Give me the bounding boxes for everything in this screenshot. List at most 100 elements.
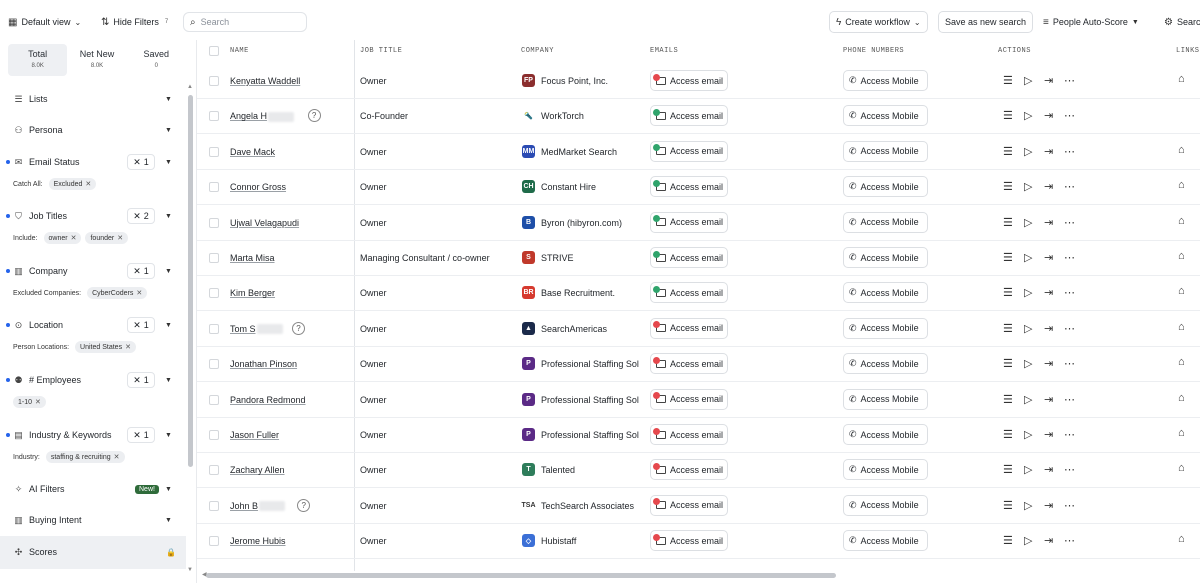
person-name-link[interactable]: Kenyatta Waddell — [230, 76, 300, 86]
sequence-icon[interactable]: ⇥ — [1044, 534, 1053, 547]
select-all-checkbox[interactable] — [209, 46, 219, 56]
col-header-job-title[interactable]: JOB TITLE — [360, 47, 402, 55]
access-mobile-button[interactable]: ✆ Access Mobile — [843, 176, 928, 198]
more-options-icon[interactable]: ⋯ — [1064, 286, 1075, 299]
sequence-icon[interactable]: ⇥ — [1044, 180, 1053, 193]
send-icon[interactable]: ▷ — [1024, 74, 1032, 87]
person-name-link[interactable]: Ujwal Velagapudi — [230, 218, 299, 228]
create-workflow-button[interactable]: ϟ Create workflow ⌄ — [829, 11, 928, 33]
add-to-list-icon[interactable]: ☰ — [1003, 534, 1013, 547]
person-name-link[interactable]: Zachary Allen — [230, 465, 285, 475]
help-icon[interactable]: ? — [297, 498, 311, 512]
col-header-name[interactable]: NAME — [230, 47, 249, 55]
sequence-icon[interactable]: ⇥ — [1044, 393, 1053, 406]
more-options-icon[interactable]: ⋯ — [1064, 463, 1075, 476]
person-name-link[interactable]: Pandora Redmond — [230, 395, 306, 405]
send-icon[interactable]: ▷ — [1024, 428, 1032, 441]
person-name-link[interactable]: Angela H — [230, 111, 295, 123]
send-icon[interactable]: ▷ — [1024, 357, 1032, 370]
row-checkbox[interactable] — [209, 323, 219, 334]
table-row[interactable]: Tom S? Owner ▲ SearchAmericas Access email ✆ A… — [197, 312, 1200, 347]
filter-job-titles[interactable]: ⛉ Job Titles ✕ 2 ▼ Include: owner ✕ founde… — [0, 205, 186, 249]
scroll-down-icon[interactable]: ▼ — [187, 567, 193, 573]
briefcase-icon[interactable]: ⌂ — [1178, 250, 1185, 262]
table-row[interactable]: Zachary Allen Owner T Talented Access email ✆… — [197, 453, 1200, 489]
col-header-emails[interactable]: EMAILS — [650, 47, 678, 55]
send-icon[interactable]: ▷ — [1024, 499, 1032, 512]
search-settings-button[interactable]: ⚙ Searc — [1164, 11, 1200, 33]
send-icon[interactable]: ▷ — [1024, 251, 1032, 264]
hide-filters-button[interactable]: ⇅ Hide Filters 7 — [101, 11, 168, 33]
filter-persona[interactable]: ⚇ Persona ▼ — [0, 119, 186, 141]
sequence-icon[interactable]: ⇥ — [1044, 322, 1053, 335]
access-mobile-button[interactable]: ✆ Access Mobile — [843, 353, 928, 375]
add-to-list-icon[interactable]: ☰ — [1003, 180, 1013, 193]
more-options-icon[interactable]: ⋯ — [1064, 180, 1075, 193]
row-checkbox[interactable] — [209, 394, 219, 405]
sequence-icon[interactable]: ⇥ — [1044, 463, 1053, 476]
access-email-button[interactable]: Access email — [650, 424, 728, 445]
tab-saved[interactable]: Saved 0 — [127, 44, 186, 76]
remove-chip-icon[interactable]: ✕ — [117, 234, 123, 242]
access-email-button[interactable]: Access email — [650, 317, 728, 339]
clear-filter-button[interactable]: ✕ 1 — [127, 372, 155, 388]
briefcase-icon[interactable]: ⌂ — [1178, 533, 1185, 545]
clear-filter-button[interactable]: ✕ 2 — [127, 208, 155, 224]
clear-filter-button[interactable]: ✕ 1 — [127, 317, 155, 333]
more-options-icon[interactable]: ⋯ — [1064, 109, 1075, 122]
company-name[interactable]: Professional Staffing Sol — [541, 430, 641, 440]
caret-down-icon[interactable]: ▼ — [165, 159, 172, 166]
briefcase-icon[interactable]: ⌂ — [1178, 356, 1185, 368]
access-mobile-button[interactable]: ✆ Access Mobile — [843, 530, 928, 552]
company-name[interactable]: Constant Hire — [541, 182, 641, 192]
company-name[interactable]: MedMarket Search — [541, 147, 641, 157]
briefcase-icon[interactable]: ⌂ — [1178, 321, 1185, 333]
row-checkbox[interactable] — [209, 465, 219, 476]
row-checkbox[interactable] — [209, 182, 219, 193]
person-name-link[interactable]: Tom S — [230, 324, 283, 335]
filter-email-status[interactable]: ✉ Email Status ✕ 1 ▼ Catch All: Excluded ✕ — [0, 151, 186, 195]
table-row[interactable]: Jerome Hubis Owner ◇ Hubistaff Access email ✆… — [197, 524, 1200, 560]
caret-down-icon[interactable]: ▼ — [165, 432, 172, 439]
more-options-icon[interactable]: ⋯ — [1064, 357, 1075, 370]
access-email-button[interactable]: Access email — [650, 211, 728, 233]
sequence-icon[interactable]: ⇥ — [1044, 286, 1053, 299]
access-mobile-button[interactable]: ✆ Access Mobile — [843, 282, 928, 304]
sequence-icon[interactable]: ⇥ — [1044, 357, 1053, 370]
table-row[interactable]: Jonathan Pinson Owner P Professional Staffi… — [197, 347, 1200, 383]
table-row[interactable]: Kenyatta Waddell Owner FP Focus Point, Inc.… — [197, 64, 1200, 99]
table-row[interactable]: Jason Fuller Owner P Professional Staffing … — [197, 418, 1200, 453]
company-name[interactable]: Talented — [541, 465, 641, 475]
access-mobile-button[interactable]: ✆ Access Mobile — [843, 388, 928, 410]
briefcase-icon[interactable]: ⌂ — [1178, 392, 1185, 404]
add-to-list-icon[interactable]: ☰ — [1003, 393, 1013, 406]
add-to-list-icon[interactable]: ☰ — [1003, 428, 1013, 441]
send-icon[interactable]: ▷ — [1024, 463, 1032, 476]
send-icon[interactable]: ▷ — [1024, 286, 1032, 299]
caret-down-icon[interactable]: ▼ — [165, 268, 172, 275]
briefcase-icon[interactable]: ⌂ — [1178, 144, 1185, 156]
access-mobile-button[interactable]: ✆ Access Mobile — [843, 140, 928, 162]
send-icon[interactable]: ▷ — [1024, 534, 1032, 547]
access-mobile-button[interactable]: ✆ Access Mobile — [843, 459, 928, 481]
scroll-up-icon[interactable]: ▲ — [187, 84, 193, 90]
more-options-icon[interactable]: ⋯ — [1064, 534, 1075, 547]
briefcase-icon[interactable]: ⌂ — [1178, 179, 1185, 191]
caret-down-icon[interactable]: ▼ — [165, 322, 172, 329]
send-icon[interactable]: ▷ — [1024, 322, 1032, 335]
company-name[interactable]: Hubistaff — [541, 536, 641, 546]
add-to-list-icon[interactable]: ☰ — [1003, 109, 1013, 122]
more-options-icon[interactable]: ⋯ — [1064, 145, 1075, 158]
company-name[interactable]: Professional Staffing Sol — [541, 395, 641, 405]
table-row[interactable]: Marta Misa Managing Consultant / co-owner… — [197, 241, 1200, 276]
remove-chip-icon[interactable]: ✕ — [85, 180, 91, 188]
filter-lists[interactable]: ☰ Lists ▼ — [0, 88, 186, 110]
company-name[interactable]: TechSearch Associates — [541, 501, 641, 511]
company-name[interactable]: WorkTorch — [541, 111, 641, 121]
row-checkbox[interactable] — [209, 500, 219, 511]
add-to-list-icon[interactable]: ☰ — [1003, 216, 1013, 229]
row-checkbox[interactable] — [209, 430, 219, 440]
access-email-button[interactable]: Access email — [650, 140, 728, 162]
table-row[interactable]: Connor Gross Owner CH Constant Hire Access e… — [197, 170, 1200, 206]
person-name-link[interactable]: Jason Fuller — [230, 430, 279, 440]
